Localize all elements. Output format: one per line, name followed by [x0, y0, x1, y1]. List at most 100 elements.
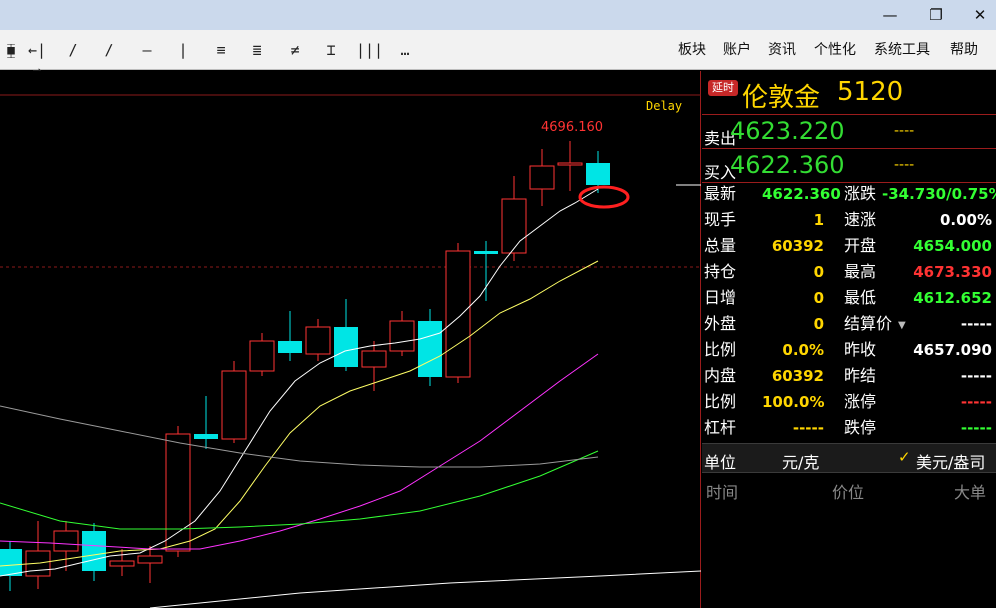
title-bar: — ❐ ✕ [0, 0, 996, 30]
stat-value: ----- [960, 419, 992, 437]
stat-value: 0 [813, 289, 824, 307]
quote-panel: 延时 伦敦金 5120 卖出 4623.220 ---- 买入 4622.360… [702, 71, 996, 608]
candle-body [165, 433, 191, 552]
pan-tool-icon[interactable]: ←|→ [24, 40, 50, 79]
unit-bar: 单位 元/克 ✓ 美元/盎司 [702, 443, 996, 473]
stat-label: 现手 [704, 210, 737, 229]
stat-value: ----- [792, 419, 824, 437]
menu-system-tools[interactable]: 系统工具 [874, 40, 930, 60]
stat-value: 4622.360 [762, 185, 841, 203]
stat-label: 持仓 [704, 262, 737, 281]
stat-label: 比例 [704, 340, 737, 359]
stat-label: 最新 [704, 184, 737, 203]
stat-label: 总量 [704, 236, 737, 255]
candle-body [529, 165, 555, 190]
buy-volume: ---- [894, 157, 915, 173]
currency-option[interactable]: 美元/盎司 [916, 449, 985, 473]
buy-row: 买入 4622.360 ---- [702, 149, 996, 183]
candle-body [305, 326, 331, 355]
line-tool-icon[interactable]: / [62, 40, 84, 60]
fib-tool-icon[interactable]: ⌶ [320, 40, 342, 60]
stat-value: 60392 [771, 367, 824, 385]
fan-tool-icon[interactable]: ≠ [284, 40, 306, 60]
candle-body [0, 549, 22, 576]
candle-body [557, 162, 583, 166]
close-button[interactable]: ✕ [968, 4, 992, 26]
candle-body [137, 555, 163, 564]
stat-value: 4657.090 [913, 341, 992, 359]
vline-tool-icon[interactable]: | [172, 40, 194, 60]
menu-news[interactable]: 资讯 [768, 40, 796, 60]
menu-help[interactable]: 帮助 [950, 40, 978, 60]
candle-body [418, 321, 442, 377]
candle-body [361, 350, 387, 368]
candle-body [334, 327, 358, 367]
stat-value: 0.0% [782, 341, 824, 359]
sell-volume: ---- [894, 123, 915, 139]
stat-label: 内盘 [704, 366, 737, 385]
tick-header-bigorder: 大单 [954, 483, 987, 502]
ma250-line [149, 570, 701, 608]
high-price-label: 4696.160 [541, 120, 603, 135]
stat-label: 外盘 [704, 314, 737, 333]
stat-label: 比例 [704, 392, 737, 411]
candle-body [194, 434, 218, 439]
restore-button[interactable]: ❐ [924, 4, 948, 26]
unit-label: 单位 [704, 453, 737, 472]
candle-body [53, 530, 79, 552]
parallel-tool-icon[interactable]: ≣ [246, 40, 268, 60]
ma60-line [0, 450, 599, 530]
minimize-button[interactable]: — [878, 4, 902, 26]
kline-chart[interactable]: Delay 4696.160 [0, 71, 701, 608]
menu-account[interactable]: 账户 [723, 40, 751, 60]
unit-value[interactable]: 元/克 [782, 449, 819, 473]
sell-price: 4623.220 [730, 117, 845, 145]
stat-value: ----- [960, 367, 992, 385]
check-icon: ✓ [898, 448, 911, 466]
ma120-line [0, 405, 599, 468]
instrument-name: 伦敦金 [742, 83, 821, 113]
menu-sectors[interactable]: 板块 [678, 40, 706, 60]
candle-body [586, 163, 610, 185]
tick-header-time: 时间 [706, 483, 739, 502]
toolbar: ⧯ ←|→ / ∕ — | ≡ ≣ ≠ ⌶ ||| … 板块 账户 资讯 个性化… [0, 30, 996, 79]
stat-value: 0.00% [939, 211, 992, 229]
buy-price: 4622.360 [730, 151, 845, 179]
candle-body [109, 560, 135, 567]
stat-label: 杠杆 [704, 418, 737, 437]
stat-label: 日增 [704, 288, 737, 307]
candle-body [249, 340, 275, 372]
tick-header-price: 价位 [832, 483, 865, 502]
candle-body [474, 251, 498, 254]
kline-svg: Delay 4696.160 [0, 94, 701, 608]
stat-value: 4654.000 [913, 237, 992, 255]
ma10-line [0, 260, 599, 567]
stat-value: 1 [813, 211, 824, 229]
stats-grid: 最新 4622.360 涨跌 -34.730/0.75% 现手 1 速涨 0.00% 总量 603… [702, 181, 996, 437]
candle-body [445, 250, 471, 378]
highlight-circle [578, 185, 630, 209]
candle-body [278, 341, 302, 353]
menu-personalize[interactable]: 个性化 [814, 40, 856, 60]
ma20-line [0, 353, 599, 550]
cycle-tool-icon[interactable]: ||| [356, 40, 383, 60]
stat-value: 60392 [771, 237, 824, 255]
candle-body [501, 198, 527, 254]
cursor-tool-icon[interactable]: ⧯ [0, 40, 22, 60]
instrument-code: 5120 [837, 77, 904, 107]
stat-value: 4673.330 [913, 263, 992, 281]
stat-value: 0 [813, 263, 824, 281]
stat-value: 4612.652 [913, 289, 992, 307]
hline-tool-icon[interactable]: — [136, 40, 158, 60]
channel-tool-icon[interactable]: ≡ [210, 40, 232, 60]
more-tools-icon[interactable]: … [394, 40, 416, 60]
stat-value: -34.730/0.75% [882, 185, 996, 203]
candle-body [389, 320, 415, 352]
candle-body [82, 531, 106, 571]
stat-value: 0 [813, 315, 824, 333]
delay-badge: 延时 [708, 80, 738, 96]
delay-label: Delay [646, 99, 682, 113]
ray-tool-icon[interactable]: ∕ [98, 40, 120, 60]
stat-value: 100.0% [762, 393, 825, 411]
dropdown-icon[interactable]: ▼ [898, 313, 906, 339]
